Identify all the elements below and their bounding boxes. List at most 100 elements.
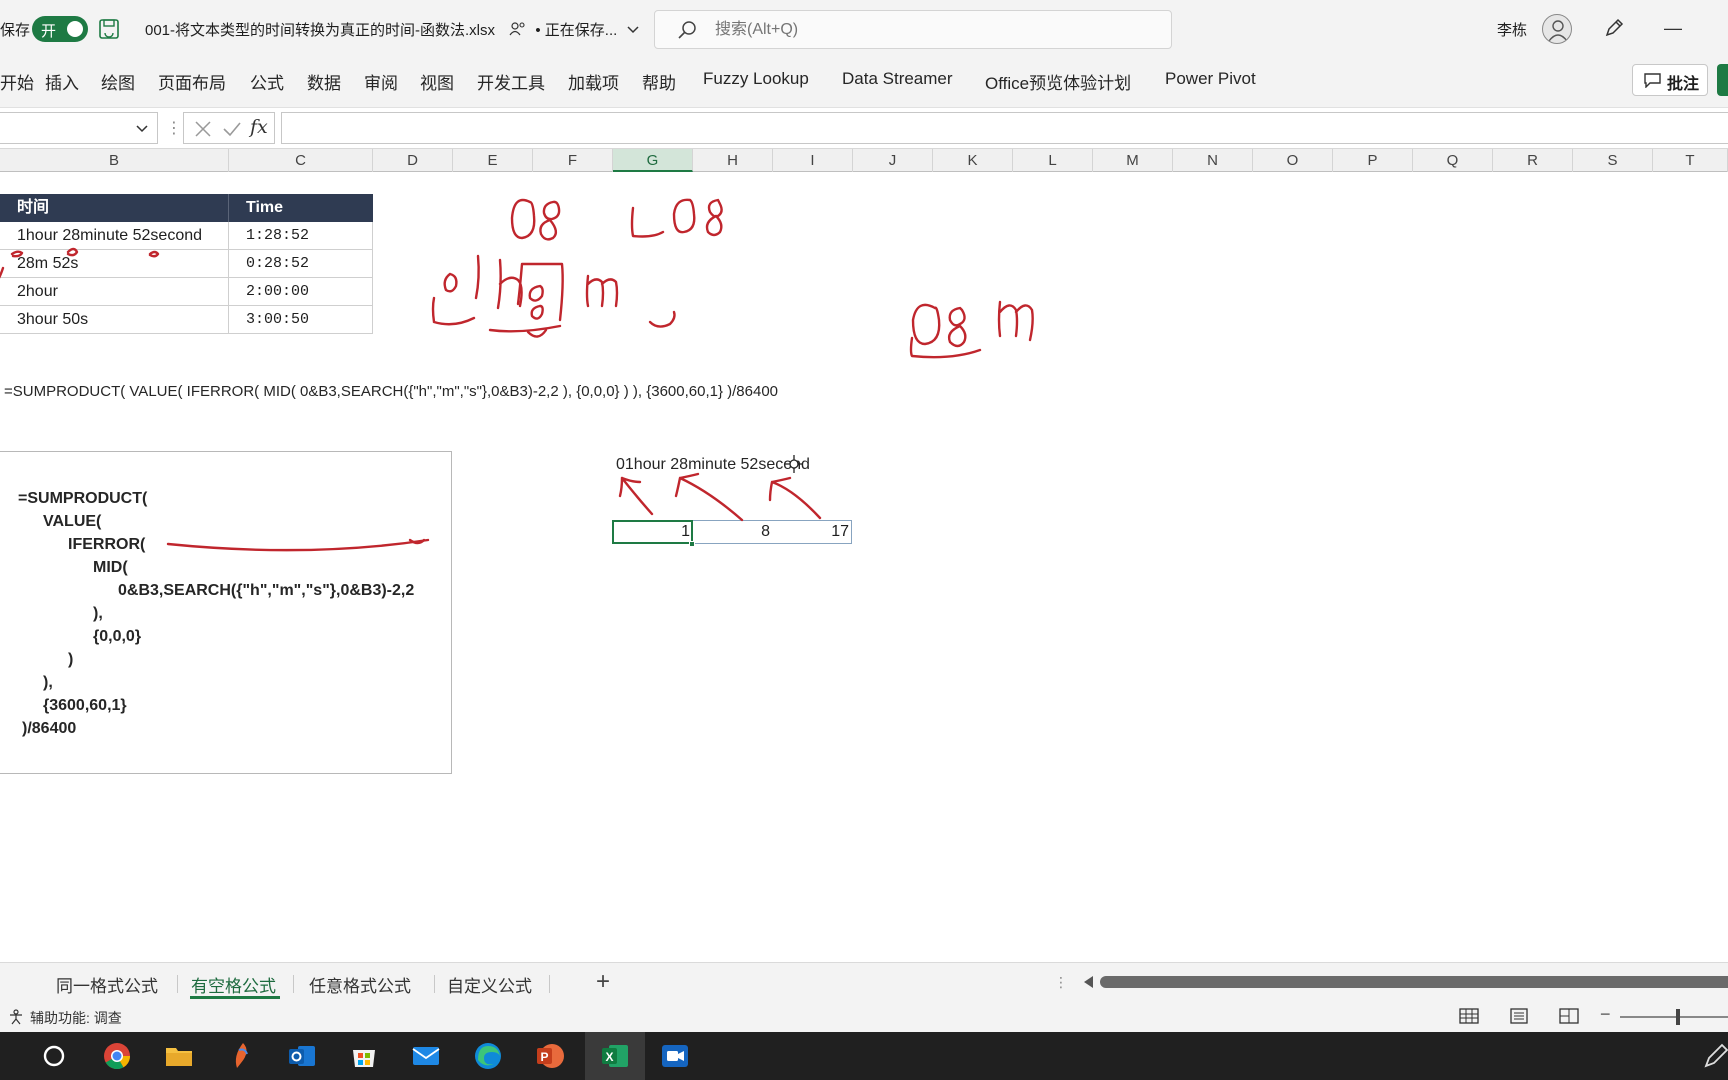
sheet-tab-any-format[interactable]: 任意格式公式 <box>309 972 411 997</box>
add-sheet-button[interactable]: + <box>596 968 610 996</box>
table-cell[interactable]: 3:00:50 <box>229 306 373 334</box>
table-cell[interactable]: 1hour 28minute 52second <box>0 222 229 250</box>
name-box[interactable] <box>0 112 158 144</box>
tab-help[interactable]: 帮助 <box>642 69 676 94</box>
column-header-q[interactable]: Q <box>1413 149 1493 172</box>
horizontal-scrollbar[interactable] <box>1100 976 1728 988</box>
document-title[interactable]: 001-将文本类型的时间转换为真正的时间-函数法.xlsx • 正在保存... <box>145 19 639 40</box>
scroll-left-icon[interactable] <box>1084 976 1093 988</box>
formula-textbox[interactable]: =SUMPRODUCT( VALUE( IFERROR( MID( 0&B3,S… <box>0 451 452 774</box>
tab-home[interactable]: 开始 <box>0 69 34 94</box>
tab-insert[interactable]: 插入 <box>45 69 79 94</box>
feather-app-icon[interactable] <box>225 1040 257 1072</box>
table-cell[interactable]: 28m 52s <box>0 250 229 278</box>
page-layout-view-icon[interactable] <box>1508 1006 1530 1026</box>
column-header-c[interactable]: C <box>229 149 373 172</box>
normal-view-icon[interactable] <box>1458 1006 1480 1026</box>
share-button[interactable] <box>1717 64 1728 96</box>
formula-input[interactable] <box>281 112 1728 144</box>
column-header-o[interactable]: O <box>1253 149 1333 172</box>
column-header-s[interactable]: S <box>1573 149 1653 172</box>
table-cell[interactable]: 0:28:52 <box>229 250 373 278</box>
column-header-b[interactable]: B <box>0 149 229 172</box>
column-header-i[interactable]: I <box>773 149 853 172</box>
search-input[interactable] <box>715 19 1115 41</box>
pen-icon[interactable] <box>1602 16 1626 40</box>
sheet-tab-same-format[interactable]: 同一格式公式 <box>56 972 158 997</box>
table-cell[interactable]: 3hour 50s <box>0 306 229 334</box>
table-cell[interactable]: 2:00:00 <box>229 278 373 306</box>
column-header-d[interactable]: D <box>373 149 453 172</box>
tab-data[interactable]: 数据 <box>307 69 341 94</box>
tab-draw[interactable]: 绘图 <box>101 69 135 94</box>
column-header-k[interactable]: K <box>933 149 1013 172</box>
cancel-icon[interactable] <box>194 120 212 138</box>
scrollbar-grip-icon[interactable]: ⋮ <box>1054 974 1068 991</box>
column-header-t[interactable]: T <box>1653 149 1728 172</box>
column-header-e[interactable]: E <box>453 149 533 172</box>
tab-developer[interactable]: 开发工具 <box>477 69 545 94</box>
column-header-f[interactable]: F <box>533 149 613 172</box>
fill-handle[interactable] <box>689 541 695 547</box>
page-break-view-icon[interactable] <box>1558 1006 1580 1026</box>
user-name[interactable]: 李栋 <box>1497 19 1527 40</box>
tab-fuzzy-lookup[interactable]: Fuzzy Lookup <box>703 69 809 89</box>
start-circle-icon[interactable] <box>38 1040 70 1072</box>
tab-review[interactable]: 审阅 <box>364 69 398 94</box>
sheet-tab-custom[interactable]: 自定义公式 <box>447 972 532 997</box>
column-header-r[interactable]: R <box>1493 149 1573 172</box>
file-explorer-icon[interactable] <box>163 1040 195 1072</box>
tab-add-ins[interactable]: 加载项 <box>568 69 619 94</box>
search-box[interactable] <box>654 10 1172 49</box>
insert-function-icon[interactable]: fx <box>250 116 268 138</box>
check-icon[interactable] <box>222 120 242 138</box>
powerpoint-icon[interactable]: P <box>534 1040 566 1072</box>
formula-bar-grip-icon[interactable]: ⋮ <box>166 118 182 138</box>
demo-text-cell[interactable]: 01hour 28minute 52second <box>616 456 810 474</box>
worksheet-grid[interactable]: 时间 Time 1hour 28minute 52second 1:28:52 … <box>0 172 1728 962</box>
table-cell[interactable]: 2hour <box>0 278 229 306</box>
minimize-button[interactable]: — <box>1664 18 1688 38</box>
mail-icon[interactable] <box>410 1040 442 1072</box>
tab-data-streamer[interactable]: Data Streamer <box>842 69 953 89</box>
sheet-tab-with-spaces[interactable]: 有空格公式 <box>191 972 276 997</box>
table-cell[interactable]: 1:28:52 <box>229 222 373 250</box>
chrome-icon[interactable] <box>101 1040 133 1072</box>
formula-text-line[interactable]: =SUMPRODUCT( VALUE( IFERROR( MID( 0&B3,S… <box>4 383 778 400</box>
accessibility-status[interactable]: 辅助功能: 调查 <box>30 1008 122 1028</box>
zoom-out-button[interactable]: − <box>1600 1004 1611 1025</box>
edge-icon[interactable] <box>472 1040 504 1072</box>
excel-icon[interactable]: X <box>599 1040 631 1072</box>
column-header-l[interactable]: L <box>1013 149 1093 172</box>
search-icon <box>678 21 696 39</box>
formula-line: )/86400 <box>22 720 77 737</box>
tab-formulas[interactable]: 公式 <box>250 69 284 94</box>
store-icon[interactable] <box>348 1040 380 1072</box>
tab-power-pivot[interactable]: Power Pivot <box>1165 69 1256 89</box>
tab-page-layout[interactable]: 页面布局 <box>158 69 226 94</box>
zoom-slider-thumb[interactable] <box>1676 1009 1680 1025</box>
column-header-j[interactable]: J <box>853 149 933 172</box>
table-header-time-cn[interactable]: 时间 <box>0 194 229 222</box>
comments-button[interactable]: 批注 <box>1632 64 1708 96</box>
table-header-time[interactable]: Time <box>229 194 373 222</box>
outlook-icon[interactable] <box>286 1040 318 1072</box>
cell-h3[interactable]: 8 <box>693 520 773 544</box>
cell-i3[interactable]: 17 <box>773 520 852 544</box>
column-header-n[interactable]: N <box>1173 149 1253 172</box>
save-icon[interactable] <box>98 18 120 40</box>
column-header-p[interactable]: P <box>1333 149 1413 172</box>
accessibility-icon[interactable] <box>8 1009 24 1025</box>
tab-office-insider[interactable]: Office预览体验计划 <box>985 69 1131 94</box>
avatar[interactable] <box>1542 14 1572 44</box>
column-header-m[interactable]: M <box>1093 149 1173 172</box>
tab-view[interactable]: 视图 <box>420 69 454 94</box>
chevron-down-icon[interactable] <box>135 121 149 135</box>
column-header-h[interactable]: H <box>693 149 773 172</box>
column-header-g[interactable]: G <box>613 149 693 172</box>
pen-workspace-icon[interactable] <box>1700 1040 1728 1072</box>
zoom-slider[interactable] <box>1620 1016 1728 1018</box>
chevron-down-icon[interactable] <box>627 26 639 34</box>
video-app-icon[interactable] <box>659 1040 691 1072</box>
autosave-toggle[interactable]: 开 <box>32 16 88 42</box>
